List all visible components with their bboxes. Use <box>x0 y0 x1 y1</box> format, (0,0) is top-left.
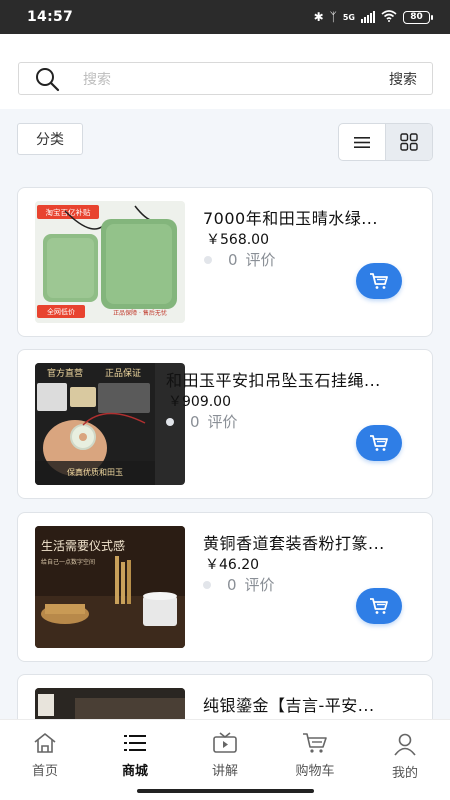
tab-cart[interactable]: 购物车 <box>270 720 360 800</box>
signal-icon <box>361 11 375 23</box>
product-title[interactable]: 和田玉平安扣吊坠玉石挂绳... <box>166 367 414 391</box>
review-dot-icon <box>204 255 212 264</box>
list-icon <box>124 735 146 751</box>
product-image[interactable]: 官方直营 正品保证 保真优质和田玉 <box>35 363 185 485</box>
category-button[interactable]: 分类 <box>17 123 83 155</box>
tab-explain[interactable]: 讲解 <box>180 720 270 800</box>
review-count: 0 <box>228 250 238 269</box>
product-list-area: 分类 淘宝百亿补贴 全网低价 正品保障 · 售后无忧 7000年和田玉晴水绿..… <box>0 109 450 719</box>
cart-icon <box>370 273 388 289</box>
user-icon <box>394 733 416 756</box>
status-time: 14:57 <box>27 9 74 25</box>
tab-label: 首页 <box>31 764 58 779</box>
tab-label: 购物车 <box>295 764 335 779</box>
product-title[interactable]: 7000年和田玉晴水绿... <box>203 205 408 229</box>
grid-view-icon[interactable] <box>385 124 432 160</box>
tab-mine[interactable]: 我的 <box>360 720 450 800</box>
status-icons: ✱ ᛉ 5G 80 <box>313 9 433 25</box>
nfc-icon: ᛉ <box>329 10 337 24</box>
add-to-cart-button[interactable] <box>356 425 402 461</box>
badge-text: 淘宝百亿补贴 <box>46 207 91 217</box>
add-to-cart-button[interactable] <box>356 263 402 299</box>
search-icon[interactable] <box>19 62 75 95</box>
product-price: ￥46.20 <box>205 557 260 573</box>
review-count: 0 <box>190 412 200 431</box>
search-bar[interactable]: 搜索 搜索 <box>18 62 433 95</box>
review-label: 评价 <box>207 413 238 431</box>
wifi-icon <box>381 9 397 25</box>
product-card[interactable]: 官方直营 正品保证 保真优质和田玉 和田玉平安扣吊坠玉石挂绳... ￥909.0… <box>17 349 433 499</box>
add-to-cart-button[interactable] <box>356 588 402 624</box>
tv-icon <box>213 732 237 753</box>
badge-text: 正品保障 · 售后无忧 <box>113 309 167 317</box>
search-button[interactable]: 搜索 <box>389 69 432 89</box>
badge-text: 全网低价 <box>47 307 75 316</box>
product-title[interactable]: 纯银鎏金【吉言-平安... <box>203 692 413 716</box>
cart-icon <box>370 598 388 614</box>
badge-text: 保真优质和田玉 <box>67 467 123 477</box>
badge-text: 给自己一点数字空间 <box>41 558 95 566</box>
product-card[interactable]: 淘宝百亿补贴 全网低价 正品保障 · 售后无忧 7000年和田玉晴水绿... ￥… <box>17 187 433 337</box>
cart-icon <box>303 733 327 753</box>
badge-text: 生活需要仪式感 <box>41 538 125 553</box>
battery-icon: 80 <box>403 10 433 24</box>
filter-row: 分类 <box>0 123 450 161</box>
bluetooth-icon: ✱ <box>313 10 324 24</box>
review-label: 评价 <box>244 576 275 594</box>
product-image[interactable]: 淘宝百亿补贴 全网低价 正品保障 · 售后无忧 <box>35 201 185 323</box>
product-reviews: 0 评价 <box>203 574 275 595</box>
review-dot-icon <box>166 417 174 426</box>
cart-icon <box>370 435 388 451</box>
product-reviews: 0 评价 <box>166 411 238 432</box>
badge-text: 正品保证 <box>105 367 141 379</box>
product-price: ￥568.00 <box>206 232 269 248</box>
badge-text: 官方直营 <box>47 367 83 379</box>
network-type: 5G <box>342 12 355 22</box>
product-card[interactable]: 生活需要仪式感 给自己一点数字空间 黄铜香道套装香粉打篆... ￥46.20 0… <box>17 512 433 662</box>
view-toggle <box>338 123 433 161</box>
tab-label: 我的 <box>391 766 418 781</box>
bottom-tab-bar: 首页 商城 讲解 购物车 我的 <box>0 719 450 800</box>
product-price: ￥909.00 <box>168 394 231 410</box>
review-dot-icon <box>203 580 211 589</box>
tab-home[interactable]: 首页 <box>0 720 90 800</box>
product-image[interactable]: 生活需要仪式感 给自己一点数字空间 <box>35 526 185 648</box>
home-icon <box>34 733 56 753</box>
tab-mall[interactable]: 商城 <box>90 720 180 800</box>
review-label: 评价 <box>245 251 276 269</box>
tab-label: 商城 <box>121 764 148 779</box>
home-indicator[interactable] <box>137 789 314 793</box>
search-area: 搜索 搜索 <box>0 34 450 109</box>
review-count: 0 <box>227 575 237 594</box>
status-bar: 14:57 ✱ ᛉ 5G 80 <box>0 0 450 34</box>
list-view-icon[interactable] <box>339 124 385 160</box>
product-image[interactable] <box>35 688 185 719</box>
product-card[interactable]: 纯银鎏金【吉言-平安... <box>17 674 433 719</box>
product-title[interactable]: 黄铜香道套装香粉打篆... <box>203 530 413 554</box>
tab-label: 讲解 <box>211 764 238 779</box>
search-input[interactable]: 搜索 <box>75 69 389 89</box>
product-reviews: 0 评价 <box>204 249 276 270</box>
